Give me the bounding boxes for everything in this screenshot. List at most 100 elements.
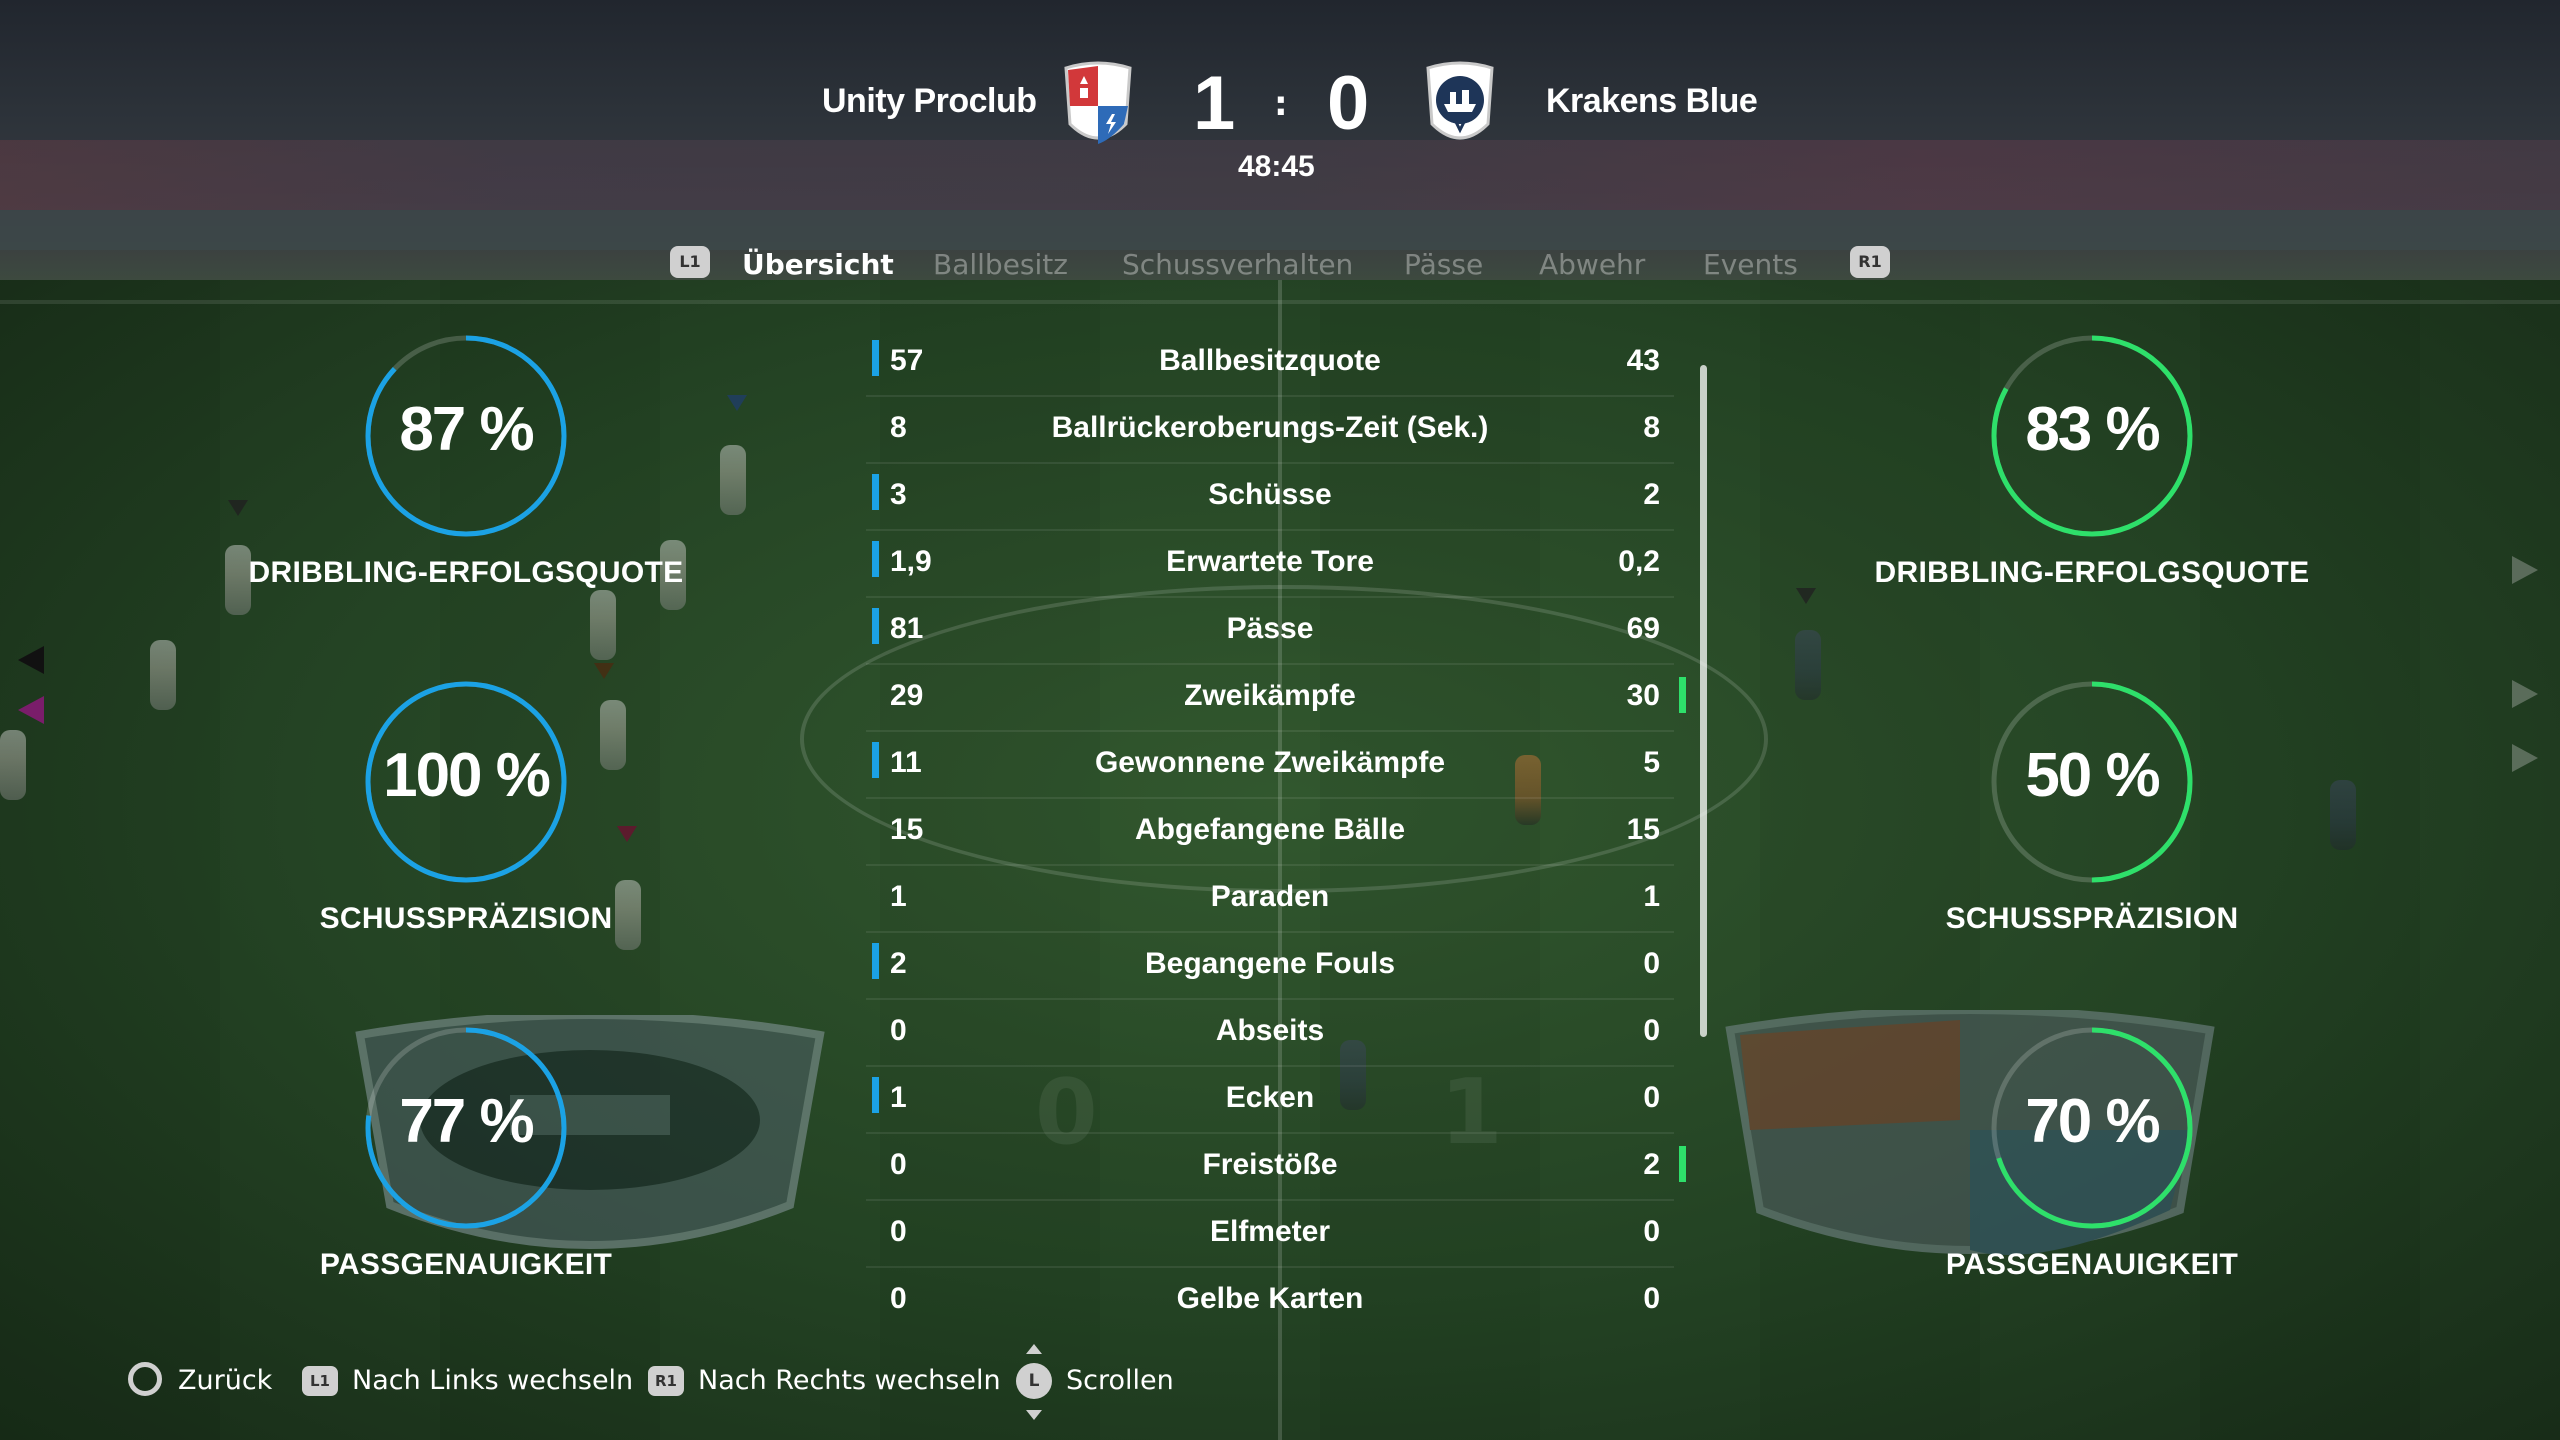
stat-row: 1 Ecken 0 — [866, 1067, 1674, 1134]
stat-row: 81 Pässe 69 — [866, 598, 1674, 665]
tab-ballbesitz[interactable]: Ballbesitz — [933, 248, 1068, 281]
stat-row: 2 Begangene Fouls 0 — [866, 933, 1674, 1000]
scroll-hint[interactable]: Scrollen — [1066, 1365, 1174, 1396]
tab-uebersicht[interactable]: Übersicht — [742, 248, 894, 281]
scroll-down-arrow-icon — [1026, 1410, 1042, 1420]
away-stat-value: 2 — [1643, 1148, 1660, 1181]
l1-button-icon[interactable]: L1 — [670, 246, 710, 278]
gauge-label-away-shot-accuracy: SCHUSSPRÄZISION — [1945, 902, 2239, 935]
away-stat-value: 15 — [1626, 813, 1660, 846]
tab-abwehr[interactable]: Abwehr — [1539, 248, 1645, 281]
stat-name: Zweikämpfe — [1184, 679, 1356, 712]
away-team-crest-icon — [1426, 61, 1494, 140]
stat-name: Abseits — [1215, 1014, 1325, 1047]
tab-events[interactable]: Events — [1703, 248, 1798, 281]
away-lead-bar — [1679, 1146, 1686, 1182]
away-score: 0 — [1327, 61, 1370, 146]
away-stat-value: 5 — [1643, 746, 1660, 779]
stat-name: Ballrückeroberungs-Zeit (Sek.) — [1051, 411, 1489, 444]
offscreen-player-arrow-icon — [18, 696, 44, 724]
stat-row: 0 Gelbe Karten 0 — [866, 1268, 1674, 1333]
tab-paesse[interactable]: Pässe — [1404, 248, 1483, 281]
stat-name: Ballbesitzquote — [1159, 344, 1381, 377]
stat-row: 57 Ballbesitzquote 43 — [866, 330, 1674, 397]
away-stat-value: 0,2 — [1618, 545, 1660, 578]
match-clock: 48:45 — [1238, 150, 1315, 183]
away-stat-value: 69 — [1626, 612, 1660, 645]
away-stat-value: 8 — [1643, 411, 1660, 444]
stat-name: Elfmeter — [1209, 1215, 1331, 1248]
home-score: 1 — [1193, 61, 1236, 146]
offscreen-player-arrow-icon — [2512, 744, 2538, 772]
stat-name: Begangene Fouls — [1144, 947, 1396, 980]
gauge-value: 50 % — [2025, 741, 2160, 810]
gauge-home-shot-accuracy: 100 % — [356, 672, 576, 892]
gauge-value: 77 % — [399, 1087, 534, 1156]
home-team-crest-icon — [1064, 61, 1132, 144]
away-stat-value: 0 — [1643, 947, 1660, 980]
offscreen-player-arrow-icon — [2512, 556, 2538, 584]
switch-right-hint[interactable]: Nach Rechts wechseln — [698, 1365, 1001, 1396]
stat-name: Erwartete Tore — [1166, 545, 1374, 578]
gauge-value: 70 % — [2025, 1087, 2160, 1156]
gauge-home-pass-accuracy: 77 % — [356, 1018, 576, 1238]
stat-name: Gelbe Karten — [1176, 1282, 1364, 1315]
gauge-away-shot-accuracy: 50 % — [1982, 672, 2202, 892]
gauge-away-pass-accuracy: 70 % — [1982, 1018, 2202, 1238]
stat-row: 8 Ballrückeroberungs-Zeit (Sek.) 8 — [866, 397, 1674, 464]
back-hint[interactable]: Zurück — [178, 1365, 272, 1396]
stat-name: Pässe — [1226, 612, 1314, 645]
away-team-name: Krakens Blue — [1546, 82, 1758, 120]
stat-row: 1,9 Erwartete Tore 0,2 — [866, 531, 1674, 598]
away-stat-value: 0 — [1643, 1282, 1660, 1315]
offscreen-player-arrow-icon — [18, 646, 44, 674]
stat-name: Abgefangene Bälle — [1134, 813, 1406, 846]
away-stat-value: 2 — [1643, 478, 1660, 511]
away-stat-value: 0 — [1643, 1014, 1660, 1047]
stat-row: 15 Abgefangene Bälle 15 — [866, 799, 1674, 866]
stat-name: Ecken — [1225, 1081, 1315, 1114]
stat-name: Gewonnene Zweikämpfe — [1094, 746, 1446, 779]
match-stats-table[interactable]: 57 Ballbesitzquote 43 8 Ballrückeroberungs-… — [866, 330, 1686, 1333]
l1-button-icon[interactable]: L1 — [302, 1366, 338, 1396]
stat-row: 29 Zweikämpfe 30 — [866, 665, 1686, 732]
scoreboard: Unity Proclub 1 : 0 48:45 Krakens Blue — [0, 50, 2560, 190]
circle-button-icon[interactable] — [128, 1362, 162, 1396]
scroll-up-arrow-icon — [1026, 1344, 1042, 1354]
gauge-label-away-pass-accuracy: PASSGENAUIGKEIT — [1945, 1248, 2239, 1281]
stat-row: 0 Abseits 0 — [866, 1000, 1674, 1067]
stats-tab-bar: L1 Übersicht Ballbesitz Schussverhalten … — [0, 240, 2560, 290]
away-stat-value: 0 — [1643, 1081, 1660, 1114]
gauge-label-away-dribbling: DRIBBLING-ERFOLGSQUOTE — [1874, 556, 2310, 589]
stat-row: 1 Paraden 1 — [866, 866, 1674, 933]
stat-row: 0 Freistöße 2 — [866, 1134, 1686, 1201]
stat-row: 11 Gewonnene Zweikämpfe 5 — [866, 732, 1674, 799]
tab-schussverhalten[interactable]: Schussverhalten — [1122, 248, 1353, 281]
gauge-home-dribbling: 87 % — [356, 326, 576, 546]
gauge-away-dribbling: 83 % — [1982, 326, 2202, 546]
gauge-value: 87 % — [399, 395, 534, 464]
switch-left-hint[interactable]: Nach Links wechseln — [352, 1365, 633, 1396]
gauge-label-home-dribbling: DRIBBLING-ERFOLGSQUOTE — [248, 556, 684, 589]
gauge-value: 100 % — [383, 741, 551, 810]
gauge-value: 83 % — [2025, 395, 2160, 464]
score-separator: : — [1274, 84, 1288, 124]
away-stat-value: 1 — [1643, 880, 1660, 913]
stat-name: Paraden — [1210, 880, 1330, 913]
r1-button-icon[interactable]: R1 — [648, 1366, 684, 1396]
away-lead-bar — [1679, 677, 1686, 713]
home-team-name: Unity Proclub — [822, 82, 1037, 120]
button-hints-bar: Zurück L1 Nach Links wechseln R1 Nach Re… — [0, 1344, 2560, 1420]
r1-button-icon[interactable]: R1 — [1850, 246, 1890, 278]
left-stick-icon[interactable]: L — [1016, 1363, 1052, 1399]
away-stat-value: 0 — [1643, 1215, 1660, 1248]
stat-name: Schüsse — [1208, 478, 1332, 511]
gauge-label-home-shot-accuracy: SCHUSSPRÄZISION — [319, 902, 613, 935]
away-stat-value: 30 — [1626, 679, 1660, 712]
stat-row: 3 Schüsse 2 — [866, 464, 1674, 531]
offscreen-player-arrow-icon — [2512, 680, 2538, 708]
away-stat-value: 43 — [1626, 344, 1660, 377]
stat-name: Freistöße — [1202, 1148, 1338, 1181]
stats-scrollbar[interactable] — [1700, 365, 1707, 1037]
stat-row: 0 Elfmeter 0 — [866, 1201, 1674, 1268]
